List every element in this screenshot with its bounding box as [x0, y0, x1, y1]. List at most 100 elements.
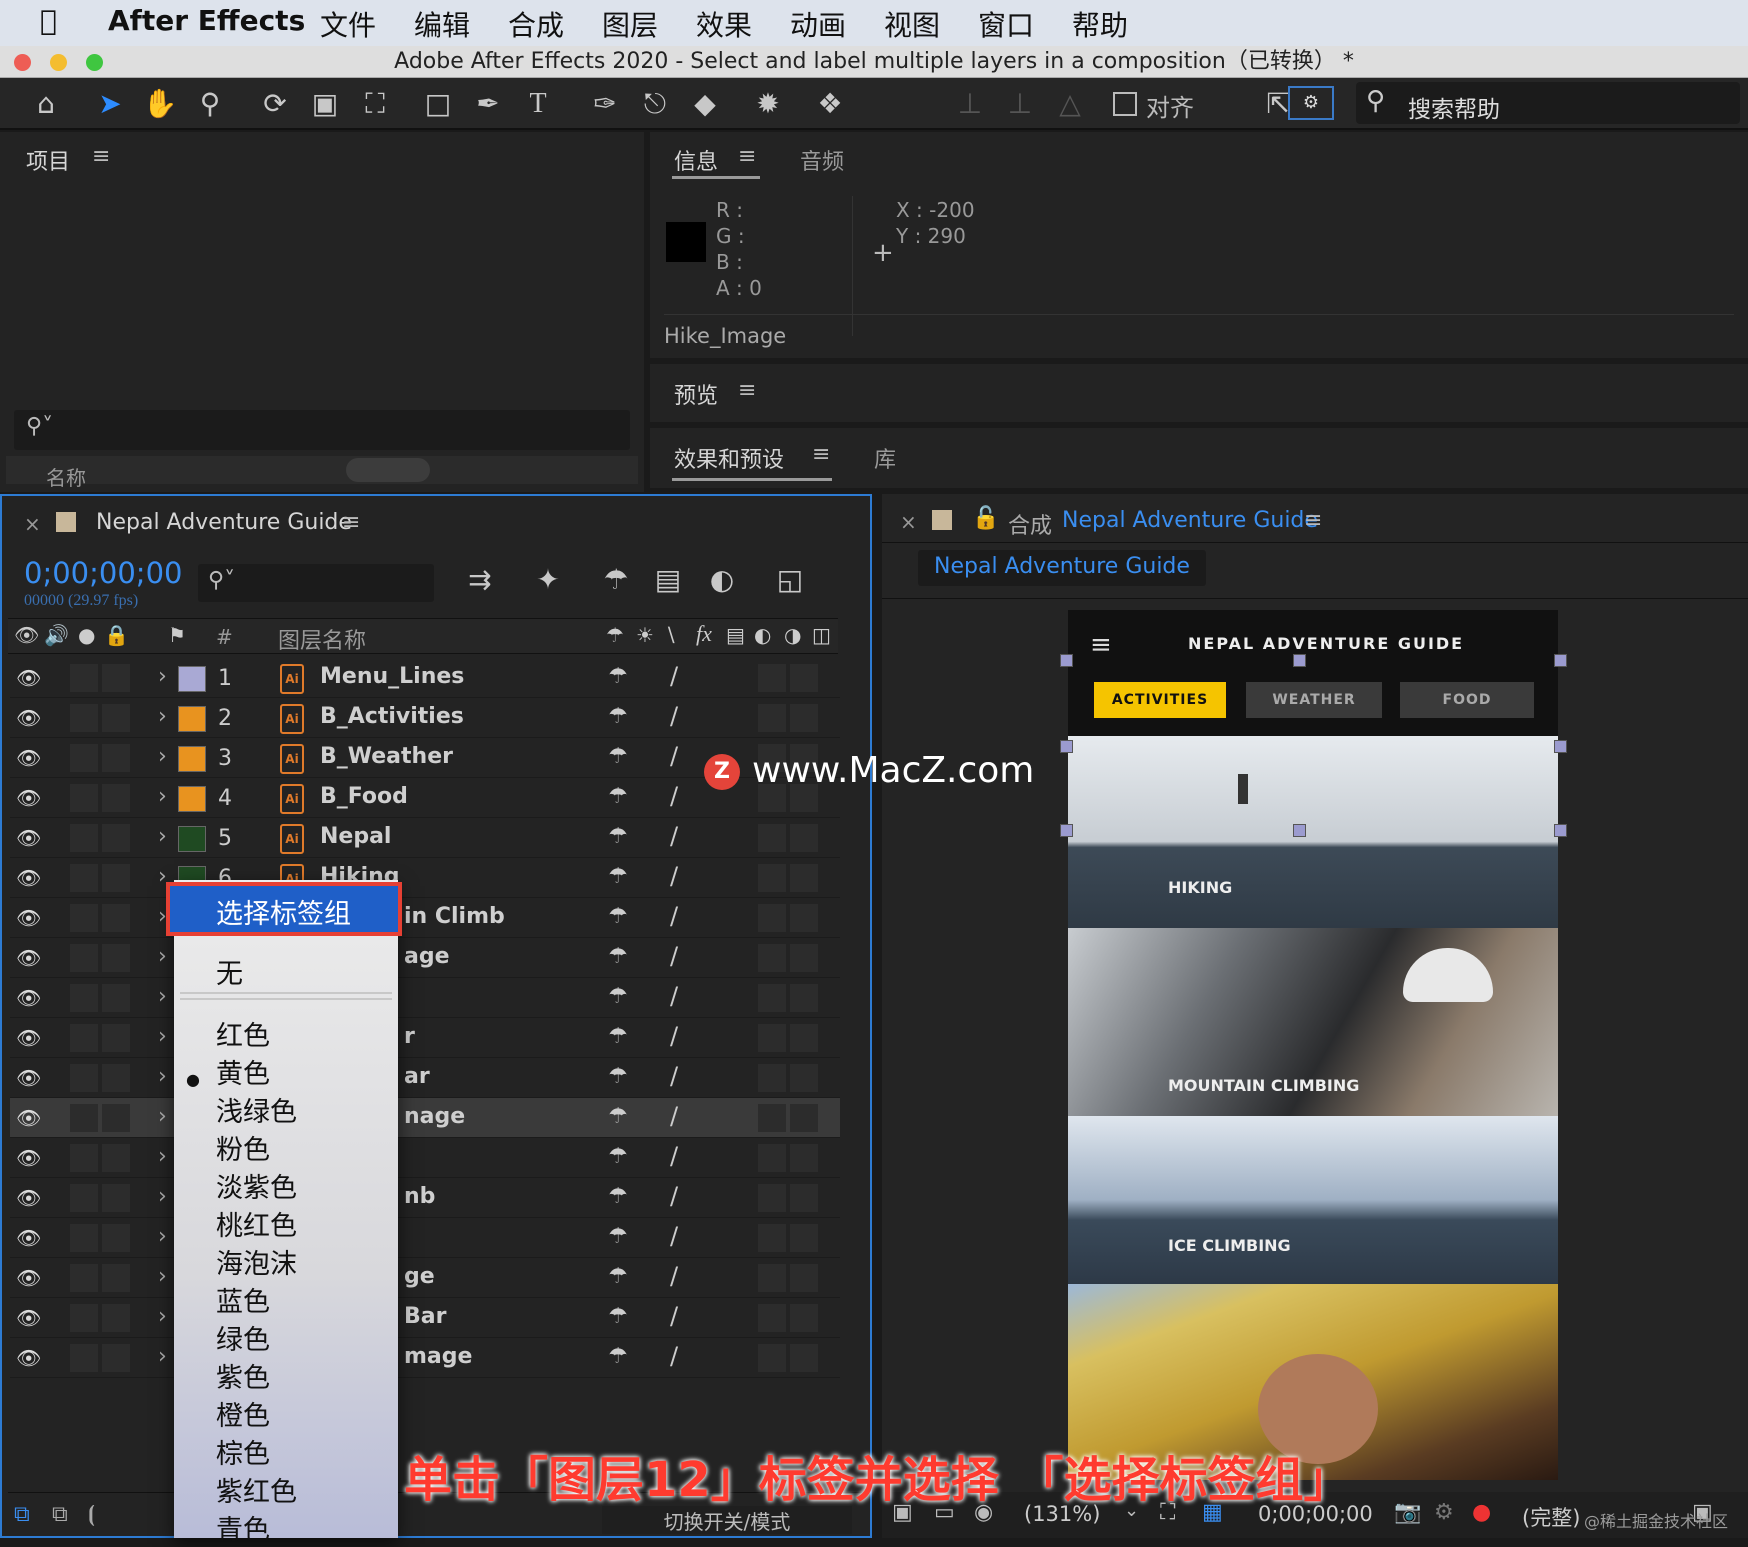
- solo-switch[interactable]: [70, 1104, 98, 1132]
- lock-switch[interactable]: [102, 1104, 130, 1132]
- lock-switch[interactable]: [102, 864, 130, 892]
- hand-tool-icon[interactable]: ✋: [140, 84, 180, 124]
- zoom-window-button[interactable]: [86, 54, 103, 71]
- layer-name[interactable]: mage: [404, 1344, 472, 1369]
- tab-info[interactable]: 信息: [674, 144, 718, 176]
- lock-switch[interactable]: [102, 704, 130, 732]
- puppet-pin-tool-icon[interactable]: ❖: [810, 84, 850, 124]
- shy-switch-icon[interactable]: ☂: [608, 784, 628, 809]
- visibility-eye-icon[interactable]: 👁: [16, 746, 41, 770]
- camera-tool-icon[interactable]: ▣: [305, 84, 345, 124]
- shy-switch-icon[interactable]: ☂: [608, 664, 628, 689]
- visibility-eye-icon[interactable]: 👁: [16, 706, 41, 730]
- app-menu[interactable]: After Effects: [108, 4, 305, 37]
- workspace-switch-icon[interactable]: ⚙: [1288, 86, 1334, 120]
- search-help-field[interactable]: ⚲ 搜索帮助: [1356, 82, 1740, 124]
- motion-blur-switch[interactable]: [758, 1184, 786, 1212]
- solo-switch[interactable]: [70, 744, 98, 772]
- adjustment-switch[interactable]: [790, 1144, 818, 1172]
- quality-switch-icon[interactable]: ∕: [670, 1102, 678, 1130]
- shy-switch-icon[interactable]: ☂: [608, 1064, 628, 1089]
- layer-name[interactable]: B_Food: [320, 784, 408, 809]
- shy-switch-icon[interactable]: ☂: [608, 904, 628, 929]
- close-tab-icon[interactable]: ×: [900, 510, 917, 534]
- quality-switch-icon[interactable]: ∕: [670, 942, 678, 970]
- comp-lock-icon[interactable]: 🔓: [972, 506, 999, 531]
- timeline-menu-icon[interactable]: ≡: [342, 510, 360, 535]
- layer-row[interactable]: 👁 › 1 Ai Menu_Lines ☂ ∕: [10, 658, 840, 698]
- clone-stamp-tool-icon[interactable]: ⎋: [635, 84, 675, 124]
- twirl-chevron-icon[interactable]: ›: [158, 944, 167, 969]
- comp-panel-menu-icon[interactable]: ≡: [1304, 508, 1322, 533]
- layer-row[interactable]: 👁 › mage ☂ ∕: [10, 1338, 840, 1378]
- motion-blur-switch[interactable]: [758, 1024, 786, 1052]
- label-color-option[interactable]: 红色: [216, 1014, 270, 1053]
- selection-tool-icon[interactable]: ➤: [90, 84, 130, 124]
- adjustment-switch[interactable]: [790, 984, 818, 1012]
- solo-switch[interactable]: [70, 1024, 98, 1052]
- label-color-swatch[interactable]: [178, 666, 206, 692]
- quality-switch-icon[interactable]: ∕: [670, 1342, 678, 1370]
- layer-name[interactable]: B_Activities: [320, 704, 464, 729]
- layer-name[interactable]: ge: [404, 1264, 435, 1289]
- layer-row[interactable]: 👁 › ar ☂ ∕: [10, 1058, 840, 1098]
- quality-switch-icon[interactable]: ∕: [670, 1262, 678, 1290]
- menu-help[interactable]: 帮助: [1072, 4, 1128, 44]
- minimize-window-button[interactable]: [50, 54, 67, 71]
- pen-tool-icon[interactable]: ✒: [468, 84, 508, 124]
- adjustment-switch[interactable]: [790, 824, 818, 852]
- draft-3d-icon[interactable]: ✦: [528, 560, 568, 600]
- shy-switch-icon[interactable]: ☂: [608, 1344, 628, 1369]
- layer-name[interactable]: r: [404, 1024, 415, 1049]
- label-color-option[interactable]: 无: [216, 952, 243, 991]
- adjustment-switch[interactable]: [790, 664, 818, 692]
- visibility-eye-icon[interactable]: 👁: [16, 1066, 41, 1090]
- visibility-eye-icon[interactable]: 👁: [16, 1306, 41, 1330]
- twirl-chevron-icon[interactable]: ›: [158, 744, 167, 769]
- layer-row[interactable]: 👁 › Bar ☂ ∕: [10, 1298, 840, 1338]
- motion-blur-switch[interactable]: [758, 1064, 786, 1092]
- lock-switch[interactable]: [102, 784, 130, 812]
- quality-switch-icon[interactable]: ∕: [670, 822, 678, 850]
- transform-handle[interactable]: [1060, 740, 1073, 753]
- visibility-eye-icon[interactable]: 👁: [16, 826, 41, 850]
- layer-row[interactable]: 👁 › age ☂ ∕: [10, 938, 840, 978]
- motion-blur-switch[interactable]: [758, 824, 786, 852]
- motion-blur-switch[interactable]: [758, 1144, 786, 1172]
- motion-blur-switch[interactable]: [758, 664, 786, 692]
- adjustment-switch[interactable]: [790, 1024, 818, 1052]
- label-color-option[interactable]: 粉色: [216, 1128, 270, 1167]
- audio-icon[interactable]: 🔊: [44, 623, 69, 647]
- lock-switch[interactable]: [102, 1144, 130, 1172]
- twirl-chevron-icon[interactable]: ›: [158, 1264, 167, 1289]
- lock-switch[interactable]: [102, 1184, 130, 1212]
- layer-row[interactable]: 👁 › nage ☂ ∕: [10, 1098, 840, 1138]
- solo-switch[interactable]: [70, 904, 98, 932]
- adjustment-switch[interactable]: [790, 1104, 818, 1132]
- label-color-option[interactable]: 紫色: [216, 1356, 270, 1395]
- visibility-eye-icon[interactable]: 👁: [16, 1186, 41, 1210]
- timecode[interactable]: 0;00;00;00: [24, 556, 182, 590]
- menu-layer[interactable]: 图层: [602, 4, 658, 44]
- solo-switch[interactable]: [70, 944, 98, 972]
- show-snapshot-icon[interactable]: ⚙: [1434, 1500, 1454, 1525]
- motion-blur-switch[interactable]: [758, 1304, 786, 1332]
- adjustment-switch[interactable]: [790, 1264, 818, 1292]
- lock-switch[interactable]: [102, 1304, 130, 1332]
- label-color-option[interactable]: 海泡沫: [216, 1242, 297, 1281]
- layer-name[interactable]: nb: [404, 1184, 435, 1209]
- comp-viewer-canvas[interactable]: ≡ NEPAL ADVENTURE GUIDE ACTIVITIES WEATH…: [1068, 610, 1558, 1480]
- layer-name[interactable]: B_Weather: [320, 744, 453, 769]
- layer-row[interactable]: 👁 › ge ☂ ∕: [10, 1258, 840, 1298]
- layer-row[interactable]: 👁 › 2 Ai B_Activities ☂ ∕: [10, 698, 840, 738]
- project-panel-title[interactable]: 项目: [26, 144, 70, 176]
- tab-audio[interactable]: 音频: [800, 144, 844, 176]
- motion-blur-switch[interactable]: [758, 984, 786, 1012]
- label-color-swatch[interactable]: [178, 706, 206, 732]
- visibility-eye-icon[interactable]: 👁: [16, 786, 41, 810]
- shy-switch-icon[interactable]: ☂: [608, 864, 628, 889]
- in-out-toggle-icon[interactable]: ⦗: [88, 1502, 95, 1527]
- quality-switch-icon[interactable]: ∕: [670, 1022, 678, 1050]
- quality-switch-icon[interactable]: ∕: [670, 662, 678, 690]
- layer-row[interactable]: 👁 › ☂ ∕: [10, 1138, 840, 1178]
